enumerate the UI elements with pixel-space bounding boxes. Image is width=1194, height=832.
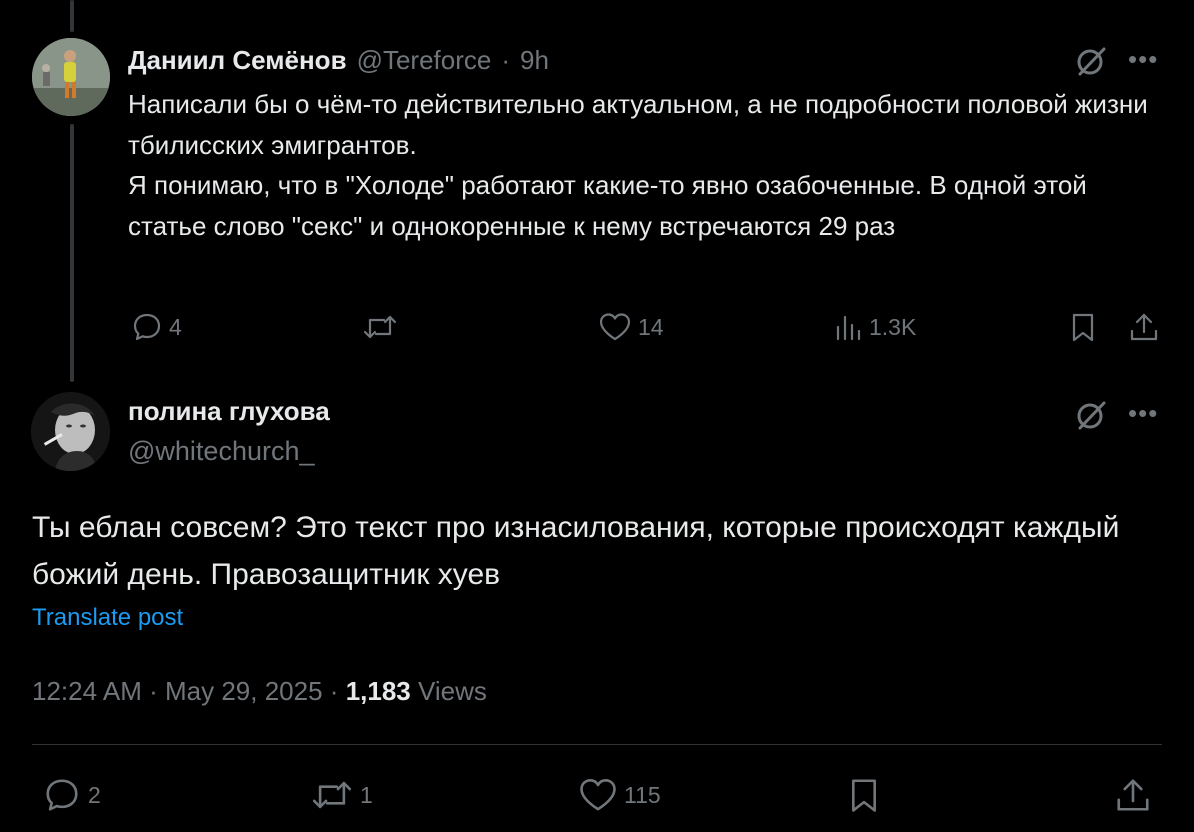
like-count: 115 — [624, 781, 661, 808]
reply-icon — [133, 313, 161, 341]
reply-count: 4 — [169, 313, 182, 340]
reply-icon — [46, 779, 78, 811]
author-handle[interactable]: @Tereforce — [357, 45, 492, 76]
share-button[interactable] — [1128, 311, 1160, 343]
views-button[interactable]: 1.3K — [833, 311, 916, 343]
share-icon — [1130, 313, 1158, 341]
repost-count: 1 — [360, 781, 373, 808]
grok-icon[interactable] — [1074, 398, 1108, 437]
like-button[interactable]: 14 — [598, 311, 664, 343]
author-name[interactable]: полина глухова — [128, 396, 330, 427]
reply-text: Написали бы о чём-то действительно актуа… — [128, 84, 1158, 246]
more-icon[interactable]: ••• — [1128, 400, 1158, 426]
share-button[interactable] — [1114, 776, 1152, 814]
bookmark-icon — [852, 779, 876, 812]
views-count: 1,183 — [345, 676, 411, 706]
repost-button[interactable] — [362, 311, 398, 343]
views-label: Views — [418, 676, 487, 706]
bookmark-button[interactable] — [846, 776, 882, 814]
reply-count: 2 — [88, 781, 101, 808]
heart-icon — [580, 779, 616, 811]
post-text: Ты еблан совсем? Это текст про изнасилов… — [32, 511, 1120, 591]
thread-line-top — [70, 0, 74, 32]
repost-icon — [363, 315, 397, 339]
bookmark-button[interactable] — [1068, 311, 1098, 343]
analytics-icon — [836, 315, 861, 341]
divider — [32, 744, 1162, 745]
bookmark-icon — [1072, 313, 1094, 342]
avatar[interactable] — [31, 392, 110, 471]
repost-icon — [312, 781, 352, 809]
separator-dot: · — [329, 676, 339, 706]
post-date[interactable]: May 29, 2025 — [165, 676, 323, 706]
share-icon — [1117, 779, 1149, 811]
separator-dot: · — [501, 44, 511, 75]
like-button[interactable]: 115 — [578, 776, 661, 814]
reply-button[interactable]: 4 — [131, 311, 182, 343]
grok-icon[interactable] — [1074, 44, 1108, 83]
post-time[interactable]: 12:24 AM — [32, 676, 142, 706]
translate-link[interactable]: Translate post — [32, 604, 183, 632]
reply-text-line: Написали бы о чём-то действительно актуа… — [128, 89, 1148, 160]
reply-text-line: Я понимаю, что в "Холоде" работают какие… — [128, 170, 1087, 241]
heart-icon — [599, 313, 631, 341]
more-icon[interactable]: ••• — [1128, 46, 1158, 72]
views-count: 1.3K — [869, 313, 917, 340]
author-name[interactable]: Даниил Семёнов — [128, 45, 347, 76]
timestamp[interactable]: 9h — [520, 45, 549, 76]
separator-dot: · — [149, 676, 158, 706]
like-count: 14 — [638, 313, 664, 340]
author-handle[interactable]: @whitechurch_ — [128, 436, 315, 467]
reply-button[interactable]: 2 — [42, 776, 101, 814]
repost-button[interactable]: 1 — [310, 776, 373, 814]
thread-line — [70, 124, 74, 382]
reply-header: Даниил Семёнов @Tereforce · 9h — [128, 40, 549, 80]
avatar[interactable] — [32, 38, 110, 116]
post-meta: 12:24 AM · May 29, 2025 · 1,183 Views — [32, 676, 487, 707]
